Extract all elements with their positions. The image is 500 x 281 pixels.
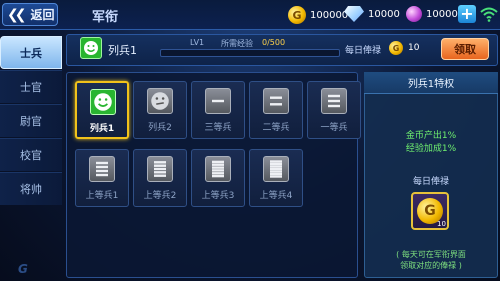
diamond-amount: 10000	[368, 8, 400, 20]
nav-item-5[interactable]: 将帅	[0, 172, 62, 205]
rank-stripes-icon	[147, 156, 173, 182]
rank-stripes-icon	[205, 88, 231, 114]
rank-cell[interactable]: 二等兵	[249, 81, 303, 139]
privilege-title: 列兵1特权	[364, 72, 498, 94]
rank-stripes-icon	[263, 88, 289, 114]
rank-cell[interactable]: 一等兵	[307, 81, 361, 139]
daily-salary-amount: 10	[408, 43, 420, 53]
rank-cell-label: 一等兵	[320, 123, 348, 133]
rank-cell[interactable]: 列兵1	[75, 81, 129, 139]
rank-category-nav: 士兵 士官 尉官 校官 将帅	[0, 36, 62, 206]
daily-salary-label: 每日俸禄	[345, 46, 382, 56]
rank-cell-label: 上等兵1	[85, 191, 119, 201]
gem-resource: 10000	[406, 6, 458, 22]
exp-progress-bar	[160, 49, 340, 57]
privilege-exp-bonus: 经验加成1%	[405, 144, 457, 154]
rank-cell-label: 二等兵	[262, 123, 290, 133]
nav-item-1[interactable]: 士兵	[0, 36, 62, 69]
diamond-icon	[344, 6, 364, 22]
rank-cell[interactable]: 上等兵1	[75, 149, 129, 207]
privilege-gold-bonus: 金币产出1%	[405, 131, 457, 141]
game-logo: G	[18, 262, 28, 276]
nav-item-4[interactable]: 校官	[0, 138, 62, 171]
gold-amount: 100000	[310, 9, 349, 21]
add-currency-button[interactable]: +	[458, 5, 476, 23]
back-label: 返回	[30, 8, 55, 22]
current-rank-name: 列兵1	[108, 44, 137, 57]
gold-resource: G 100000	[288, 6, 348, 24]
neutral-face-icon	[147, 88, 173, 114]
rank-cell[interactable]: 三等兵	[191, 81, 245, 139]
exp-label: 所需经验	[221, 39, 253, 48]
nav-item-3[interactable]: 尉官	[0, 104, 62, 137]
rank-cell-label: 列兵1	[89, 124, 115, 134]
claim-button[interactable]: 领取	[441, 38, 489, 60]
daily-reward-label: 每日俸禄	[412, 177, 449, 187]
note-line-1: ( 每天可在军衔界面	[396, 250, 466, 259]
rank-cell-label: 上等兵4	[259, 191, 293, 201]
smiley-rank-icon	[90, 89, 116, 115]
rank-cell-label: 三等兵	[204, 123, 232, 133]
gold-coin-icon: G	[288, 6, 306, 24]
rank-grid: 列兵1 列兵2 三等兵 二等兵 一等兵上等兵1 上等兵2 上等兵3 上等兵4	[66, 72, 361, 278]
rank-cell[interactable]: 上等兵3	[191, 149, 245, 207]
nav-item-2[interactable]: 士官	[0, 70, 62, 103]
page-title: 军衔	[92, 10, 119, 25]
rank-cell[interactable]: 列兵2	[133, 81, 187, 139]
daily-reward-count: 10	[437, 220, 446, 228]
rank-stripes-icon	[89, 156, 115, 182]
rank-cell[interactable]: 上等兵2	[133, 149, 187, 207]
diamond-resource: 10000	[344, 6, 400, 22]
gold-coin-icon: G	[389, 41, 403, 55]
double-chevron-left-icon: ❮❮	[7, 6, 27, 23]
wifi-icon	[480, 7, 498, 22]
smiley-rank-icon	[80, 37, 102, 59]
back-button[interactable]: ❮❮ 返回	[2, 3, 58, 26]
gem-amount: 10000	[426, 8, 458, 20]
rank-cell-label: 列兵2	[148, 123, 172, 133]
rank-level: LV1	[190, 38, 205, 47]
rank-stripes-icon	[321, 88, 347, 114]
rank-cell[interactable]: 上等兵4	[249, 149, 303, 207]
rank-cell-label: 上等兵3	[201, 191, 235, 201]
rank-cell-label: 上等兵2	[143, 191, 177, 201]
exp-value: 0/500	[262, 38, 286, 47]
note-line-2: 领取对应的俸禄 )	[400, 261, 462, 270]
purple-gem-icon	[406, 6, 422, 22]
rank-stripes-icon	[263, 156, 289, 182]
rank-stripes-icon	[205, 156, 231, 182]
